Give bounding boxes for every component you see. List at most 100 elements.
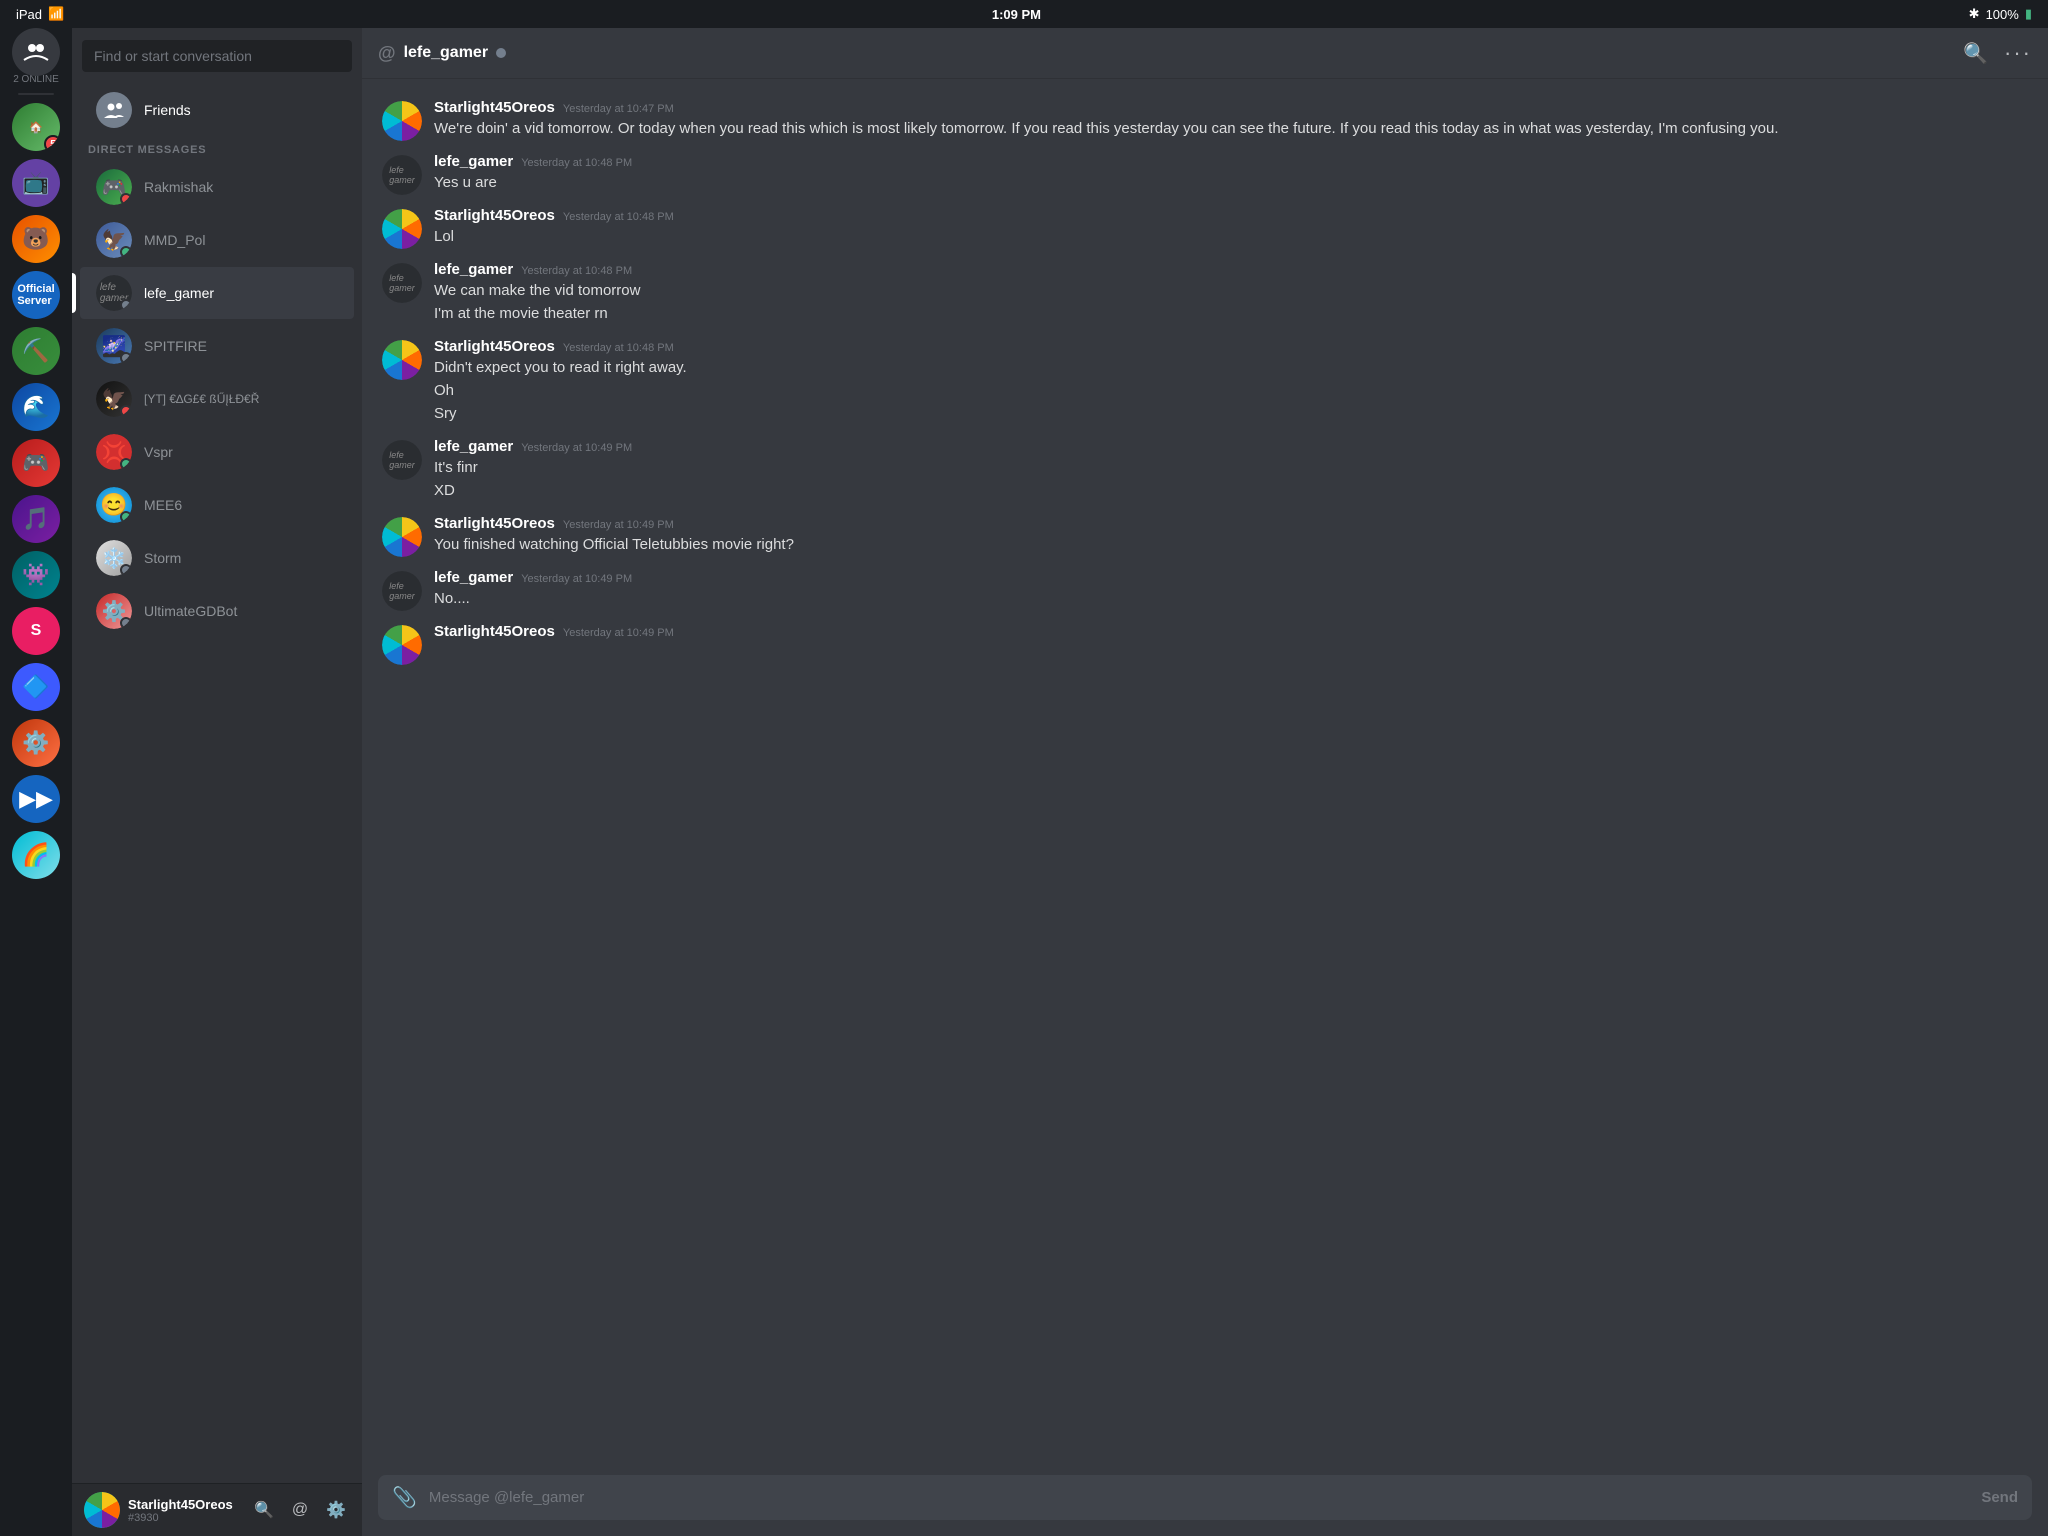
- dm-name-storm: Storm: [144, 550, 181, 566]
- search-bar[interactable]: Find or start conversation: [82, 40, 352, 72]
- dm-sidebar: Find or start conversation Friends DIREC…: [72, 0, 362, 1536]
- dm-item-lefe[interactable]: lefegamer lefe_gamer: [80, 267, 354, 319]
- wifi-icon: 📶: [48, 6, 64, 22]
- msg-author-m6: lefe_gamer: [434, 438, 513, 455]
- dm-name-mee6: MEE6: [144, 497, 182, 513]
- message-input-bar: 📎 Send: [362, 1467, 2048, 1536]
- dm-button[interactable]: [12, 28, 60, 76]
- msg-author-m8: lefe_gamer: [434, 569, 513, 586]
- avatar-vspr: 💢: [96, 434, 132, 470]
- msg-avatar-lefe-6: lefegamer: [382, 440, 422, 480]
- dm-item-gdbot[interactable]: ⚙️ UltimateGDBot: [80, 585, 354, 637]
- message-group-m6: lefegamer lefe_gamer Yesterday at 10:49 …: [378, 434, 2032, 507]
- server-icon-s1[interactable]: 🏠 5: [12, 103, 60, 151]
- server-icon-s11[interactable]: 🔷: [12, 663, 60, 711]
- msg-avatar-starlight-1: [382, 101, 422, 141]
- msg-avatar-lefe-4: lefegamer: [382, 263, 422, 303]
- at-symbol: @: [378, 43, 396, 64]
- settings-button[interactable]: ⚙️: [322, 1496, 350, 1524]
- msg-text-m5-1: Didn't expect you to read it right away.: [434, 357, 2028, 378]
- server-icon-s7[interactable]: 🎮: [12, 439, 60, 487]
- search-user-button[interactable]: 🔍: [250, 1496, 278, 1524]
- dm-section-title: DIRECT MESSAGES: [72, 136, 362, 160]
- dm-item-mee6[interactable]: 😊 MEE6: [80, 479, 354, 531]
- attach-button[interactable]: 📎: [392, 1485, 417, 1510]
- dm-item-vspr[interactable]: 💢 Vspr: [80, 426, 354, 478]
- msg-time-m6: Yesterday at 10:49 PM: [521, 442, 632, 454]
- msg-text-m4-1: We can make the vid tomorrow: [434, 280, 2028, 301]
- dm-item-mmd[interactable]: 🦅 MMD_Pol: [80, 214, 354, 266]
- msg-author-m4: lefe_gamer: [434, 261, 513, 278]
- message-input[interactable]: [429, 1489, 1969, 1506]
- msg-author-m1: Starlight45Oreos: [434, 99, 555, 116]
- msg-text-m2: Yes u are: [434, 172, 2028, 193]
- server-icon-s10[interactable]: S: [12, 607, 60, 655]
- dm-item-eagle[interactable]: 🦅 [YT] €∆G£€ ßŰĮŁĐ€Ř: [80, 373, 354, 425]
- server-icon-s8[interactable]: 🎵: [12, 495, 60, 543]
- status-bar-time: 1:09 PM: [992, 7, 1041, 22]
- friends-item[interactable]: Friends: [80, 84, 354, 136]
- msg-content-m1: Starlight45Oreos Yesterday at 10:47 PM W…: [434, 99, 2028, 141]
- avatar-spitfire: 🌌: [96, 328, 132, 364]
- server-icon-s14[interactable]: 🌈: [12, 831, 60, 879]
- msg-header-m8: lefe_gamer Yesterday at 10:49 PM: [434, 569, 2028, 586]
- server-icon-official[interactable]: OfficialServer: [12, 271, 60, 319]
- chat-username: lefe_gamer: [404, 44, 489, 62]
- msg-text-m5-2: Oh: [434, 380, 2028, 401]
- send-button[interactable]: Send: [1981, 1489, 2018, 1506]
- avatar-storm: ❄️: [96, 540, 132, 576]
- server-icon-s3[interactable]: 🐻: [12, 215, 60, 263]
- msg-content-m7: Starlight45Oreos Yesterday at 10:49 PM Y…: [434, 515, 2028, 557]
- more-options-button[interactable]: ···: [2004, 40, 2032, 66]
- server-icon-minecraft[interactable]: ⛏️: [12, 327, 60, 375]
- avatar-gdbot: ⚙️: [96, 593, 132, 629]
- msg-avatar-lefe-8: lefegamer: [382, 571, 422, 611]
- server-icon-s9[interactable]: 👾: [12, 551, 60, 599]
- status-bar-left: iPad 📶: [16, 6, 64, 22]
- msg-text-m6-2: XD: [434, 480, 2028, 501]
- msg-content-m3: Starlight45Oreos Yesterday at 10:48 PM L…: [434, 207, 2028, 249]
- server-icon-s13[interactable]: ▶▶: [12, 775, 60, 823]
- msg-text-m1: We're doin' a vid tomorrow. Or today whe…: [434, 118, 2028, 139]
- dm-name-lefe: lefe_gamer: [144, 285, 214, 301]
- search-chat-button[interactable]: 🔍: [1963, 41, 1988, 66]
- msg-content-m5: Starlight45Oreos Yesterday at 10:48 PM D…: [434, 338, 2028, 426]
- dm-name-rakmishak: Rakmishak: [144, 179, 213, 195]
- message-group-m3: Starlight45Oreos Yesterday at 10:48 PM L…: [378, 203, 2032, 253]
- msg-author-m2: lefe_gamer: [434, 153, 513, 170]
- msg-header-m4: lefe_gamer Yesterday at 10:48 PM: [434, 261, 2028, 278]
- msg-header-m3: Starlight45Oreos Yesterday at 10:48 PM: [434, 207, 2028, 224]
- status-dot-lefe: [120, 299, 132, 311]
- bluetooth-icon: ✱: [1969, 6, 1980, 22]
- msg-time-m2: Yesterday at 10:48 PM: [521, 157, 632, 169]
- msg-time-m8: Yesterday at 10:49 PM: [521, 573, 632, 585]
- status-dot-mmd: [120, 246, 132, 258]
- status-dot-spitfire: [120, 352, 132, 364]
- avatar-rakmishak: 🎮: [96, 169, 132, 205]
- status-dot-mee6: [120, 511, 132, 523]
- status-dot-gdbot: [120, 617, 132, 629]
- dm-item-storm[interactable]: ❄️ Storm: [80, 532, 354, 584]
- user-bar-icons: 🔍 @ ⚙️: [250, 1496, 350, 1524]
- msg-avatar-starlight-3: [382, 209, 422, 249]
- msg-author-m9: Starlight45Oreos: [434, 623, 555, 640]
- message-group-m2: lefegamer lefe_gamer Yesterday at 10:48 …: [378, 149, 2032, 199]
- online-indicator: [496, 48, 506, 58]
- msg-content-m9: Starlight45Oreos Yesterday at 10:49 PM: [434, 623, 2028, 665]
- message-group-m9: Starlight45Oreos Yesterday at 10:49 PM: [378, 619, 2032, 669]
- server-icon-s6[interactable]: 🌊: [12, 383, 60, 431]
- server-icon-s12[interactable]: ⚙️: [12, 719, 60, 767]
- dm-item-spitfire[interactable]: 🌌 SPITFIRE: [80, 320, 354, 372]
- server-icon-twitch[interactable]: 📺: [12, 159, 60, 207]
- msg-text-m3: Lol: [434, 226, 2028, 247]
- chat-header: @ lefe_gamer 🔍 ···: [362, 28, 2048, 79]
- ipad-label: iPad: [16, 7, 42, 22]
- message-group-m8: lefegamer lefe_gamer Yesterday at 10:49 …: [378, 565, 2032, 615]
- msg-text-m5-3: Sry: [434, 403, 2028, 424]
- msg-author-m7: Starlight45Oreos: [434, 515, 555, 532]
- status-bar-right: ✱ 100% ▮: [1969, 6, 2032, 22]
- dm-item-rakmishak[interactable]: 🎮 Rakmishak: [80, 161, 354, 213]
- status-dot-vspr: [120, 458, 132, 470]
- mention-button[interactable]: @: [286, 1496, 314, 1524]
- status-dot-eagle: [120, 405, 132, 417]
